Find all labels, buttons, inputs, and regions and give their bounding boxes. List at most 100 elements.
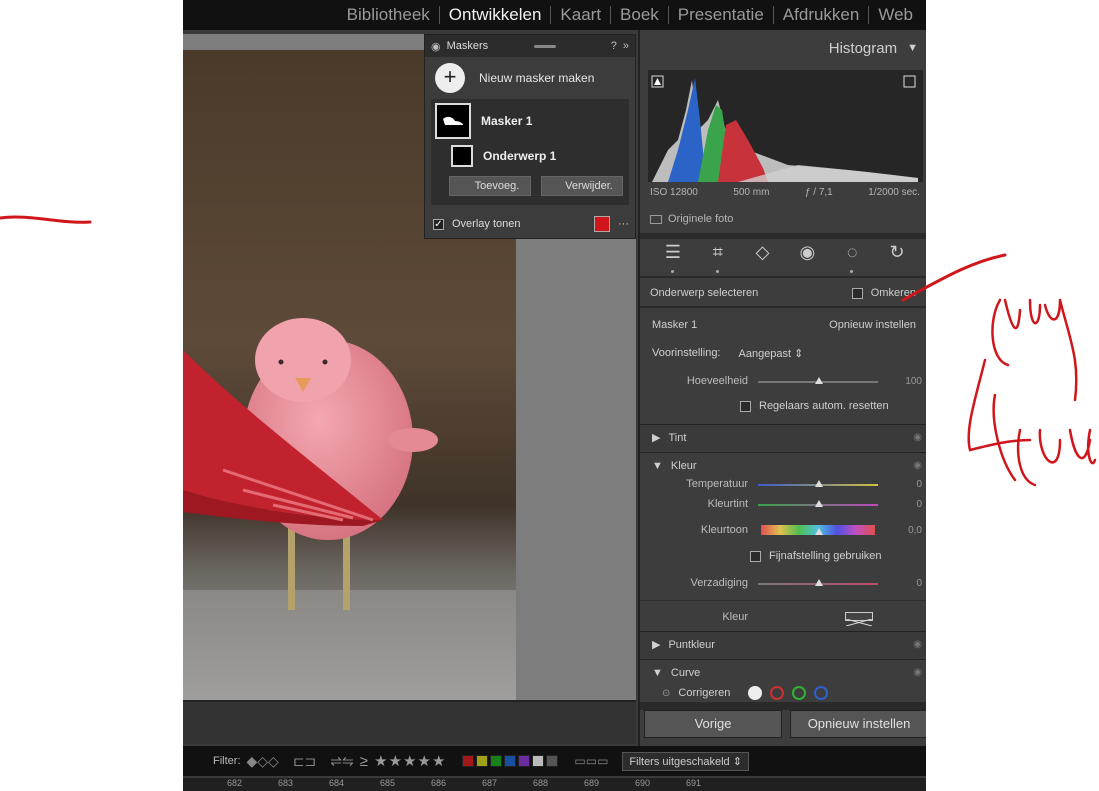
subject-name: Onderwerp 1 — [483, 149, 557, 163]
reset-all-button[interactable]: Opnieuw instellen — [790, 710, 926, 738]
module-presentatie[interactable]: Presentatie — [667, 6, 773, 24]
collapse-icon[interactable]: » — [623, 40, 629, 52]
tint-label: Kleurtint — [707, 498, 748, 510]
collapse-triangle-icon: ▼ — [652, 459, 663, 472]
module-web[interactable]: Web — [868, 6, 922, 24]
section-curve[interactable]: ▼ Curve ◉ — [640, 659, 926, 685]
saturation-slider-thumb[interactable] — [815, 579, 823, 586]
point-color-section-label: Puntkleur — [668, 638, 715, 651]
amount-slider-thumb[interactable] — [815, 377, 823, 384]
color-picker-swatch[interactable] — [845, 612, 873, 627]
heal-eraser-icon[interactable]: ◇ — [750, 242, 776, 263]
subject-item[interactable]: Onderwerp 1 — [451, 145, 556, 167]
temperature-label: Temperatuur — [686, 478, 748, 490]
overlay-checkbox[interactable]: ✓ — [433, 218, 444, 230]
correct-label: Corrigeren — [678, 687, 731, 699]
view-mode-icon[interactable]: ▭▭▭ — [574, 754, 608, 768]
section-color[interactable]: ▼ Kleur ◉ — [640, 452, 926, 478]
help-icon[interactable]: ? — [611, 40, 617, 52]
eye-icon[interactable]: ◉ — [913, 667, 922, 678]
flag-filter-icon[interactable]: ◆◇◇ — [247, 753, 279, 770]
auto-reset-checkbox[interactable] — [740, 400, 751, 412]
color-label-swatch[interactable] — [476, 755, 489, 767]
color-label-swatch[interactable] — [462, 755, 475, 767]
edit-filter-icon[interactable]: ⊏⊐ — [293, 753, 316, 770]
amount-value[interactable]: 100 — [890, 376, 922, 387]
rgb-channel-icon[interactable] — [748, 686, 763, 700]
temperature-slider-thumb[interactable] — [815, 480, 823, 487]
preset-dropdown[interactable]: Aangepast ⇕ — [739, 347, 804, 360]
more-icon[interactable]: ··· — [618, 218, 629, 230]
remove-button[interactable]: Verwijder. — [541, 176, 623, 196]
collapse-triangle-icon[interactable]: ▼ — [907, 42, 918, 54]
expand-triangle-icon: ▶ — [652, 639, 661, 651]
module-bibliotheek[interactable]: Bibliotheek — [338, 6, 439, 24]
fine-adjust-checkbox[interactable] — [750, 550, 761, 562]
masks-header: ◉ Maskers ? » — [425, 35, 635, 57]
module-kaart[interactable]: Kaart — [550, 6, 610, 24]
mask-item[interactable]: Masker 1 — [435, 103, 532, 139]
histogram-graph[interactable] — [648, 70, 923, 182]
hue-slider-thumb[interactable] — [815, 528, 823, 535]
ruler-tick-label: 687 — [482, 778, 498, 788]
sort-filter-icon[interactable]: ⇌⇋ — [330, 753, 353, 770]
toolbar-strip — [183, 700, 636, 744]
green-channel-icon[interactable] — [792, 686, 807, 700]
red-eye-icon[interactable]: ◉ — [794, 242, 820, 263]
eye-icon[interactable]: ◉ — [913, 460, 922, 471]
color-label-swatch[interactable] — [532, 755, 545, 767]
invert-label: Omkeren — [870, 287, 916, 299]
color-label-swatch[interactable] — [490, 755, 503, 767]
module-afdrukken[interactable]: Afdrukken — [772, 6, 869, 24]
temperature-value[interactable]: 0 — [890, 479, 922, 490]
original-photo-checkbox[interactable] — [650, 214, 662, 224]
color-label-swatch[interactable] — [504, 755, 517, 767]
new-mask-button[interactable]: + Nieuw masker maken — [425, 57, 635, 99]
curve-section-label: Curve — [670, 666, 701, 679]
masks-panel[interactable]: ◉ Maskers ? » + Nieuw masker maken Maske… — [424, 34, 636, 239]
color-label-swatch[interactable] — [518, 755, 531, 767]
hue-value[interactable]: 0,0 — [890, 525, 922, 536]
filters-dropdown[interactable]: Filters uitgeschakeld ⇕ — [622, 751, 749, 771]
ruler-tick-label: 682 — [227, 778, 243, 788]
tint-slider-thumb[interactable] — [815, 500, 823, 507]
star-rating-filter[interactable]: ≥ ★★★★★ — [360, 752, 447, 770]
histogram-header[interactable]: Histogram ▼ — [640, 30, 926, 66]
drag-handle-icon[interactable] — [534, 44, 557, 48]
eye-icon[interactable]: ◉ — [913, 432, 922, 443]
crop-icon[interactable]: ⌗ — [705, 242, 731, 273]
overlay-color-swatch[interactable] — [594, 216, 610, 232]
right-panel: Histogram ▼ ISO 12800 500 mm ƒ / 7,1 1/2… — [638, 30, 926, 746]
divider — [640, 600, 926, 601]
section-tint[interactable]: ▶ Tint ◉ — [640, 424, 926, 450]
module-boek[interactable]: Boek — [610, 6, 668, 24]
color-label-swatch[interactable] — [546, 755, 559, 767]
blue-channel-icon[interactable] — [814, 686, 829, 700]
exif-info: ISO 12800 500 mm ƒ / 7,1 1/2000 sec. — [650, 187, 920, 198]
invert-checkbox[interactable] — [851, 287, 863, 299]
target-adjust-icon[interactable]: ⊙ — [662, 688, 670, 699]
masking-icon[interactable]: ◌ — [839, 242, 865, 273]
red-channel-icon[interactable] — [770, 686, 785, 700]
mask-reset-button[interactable]: Opnieuw instellen — [829, 319, 916, 331]
presets-refresh-icon[interactable]: ↻ — [884, 242, 910, 263]
add-button[interactable]: Toevoeg. — [449, 176, 531, 196]
masks-title: Maskers — [446, 40, 489, 52]
edit-sliders-icon[interactable]: ☰ — [660, 242, 686, 273]
eye-icon[interactable]: ◉ — [913, 639, 922, 650]
overlay-row: ✓ Overlay tonen ··· — [433, 216, 629, 232]
section-point-color[interactable]: ▶ Puntkleur ◉ — [640, 631, 926, 657]
ruler-tick-label: 683 — [278, 778, 294, 788]
ruler-tick-label: 686 — [431, 778, 447, 788]
eye-icon[interactable]: ◉ — [431, 40, 441, 53]
saturation-value[interactable]: 0 — [890, 578, 922, 589]
select-subject-button[interactable]: Onderwerp selecteren — [650, 287, 758, 299]
tint-value[interactable]: 0 — [890, 499, 922, 510]
auto-reset-row: Regelaars autom. resetten — [740, 400, 920, 412]
previous-button[interactable]: Vorige — [644, 710, 782, 738]
original-photo-toggle[interactable]: Originele foto — [650, 213, 733, 225]
aperture-value: ƒ / 7,1 — [804, 187, 833, 198]
module-ontwikkelen[interactable]: Ontwikkelen — [438, 6, 551, 24]
focal-length: 500 mm — [733, 187, 770, 198]
saturation-label: Verzadiging — [690, 577, 749, 589]
